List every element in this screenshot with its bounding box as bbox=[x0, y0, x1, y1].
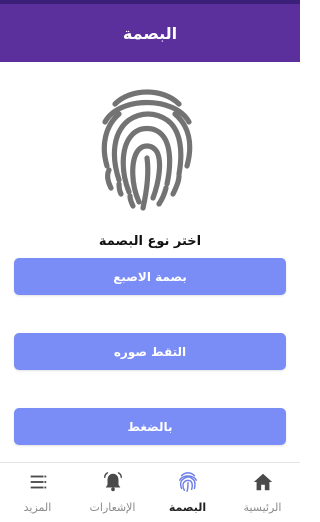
bottom-navigation: الرئيسية البصمة الإشعارات المزيد bbox=[0, 462, 300, 522]
finger-print-button[interactable]: بصمة الاصبع bbox=[14, 258, 286, 295]
bell-icon bbox=[103, 472, 122, 492]
page-title: البصمة bbox=[122, 23, 178, 43]
screen: البصمة اختر نوع البصمة بصمة الاصبع التقط… bbox=[0, 0, 300, 522]
nav-item-fingerprint-label: البصمة bbox=[168, 501, 207, 514]
nav-item-notifications-label: الإشعارات bbox=[89, 501, 136, 514]
nav-item-fingerprint[interactable]: البصمة bbox=[150, 463, 225, 522]
choose-type-prompt: اختر نوع البصمة bbox=[98, 234, 202, 249]
press-button-label: بالضغط bbox=[127, 419, 173, 434]
nav-item-more-label: المزيد bbox=[23, 501, 52, 514]
nav-item-home[interactable]: الرئيسية bbox=[225, 463, 300, 522]
nav-item-more[interactable]: المزيد bbox=[0, 463, 75, 522]
fingerprint-icon bbox=[97, 82, 197, 214]
take-photo-button-label: التقط صوره bbox=[113, 344, 187, 359]
press-button[interactable]: بالضغط bbox=[14, 408, 286, 445]
finger-print-button-label: بصمة الاصبع bbox=[113, 269, 187, 284]
app-bar: البصمة bbox=[0, 4, 300, 62]
home-icon bbox=[253, 473, 272, 491]
nav-item-notifications[interactable]: الإشعارات bbox=[75, 463, 150, 522]
nav-item-home-label: الرئيسية bbox=[243, 501, 282, 514]
take-photo-button[interactable]: التقط صوره bbox=[14, 333, 286, 370]
menu-icon bbox=[30, 475, 46, 489]
fingerprint-icon bbox=[178, 472, 197, 492]
